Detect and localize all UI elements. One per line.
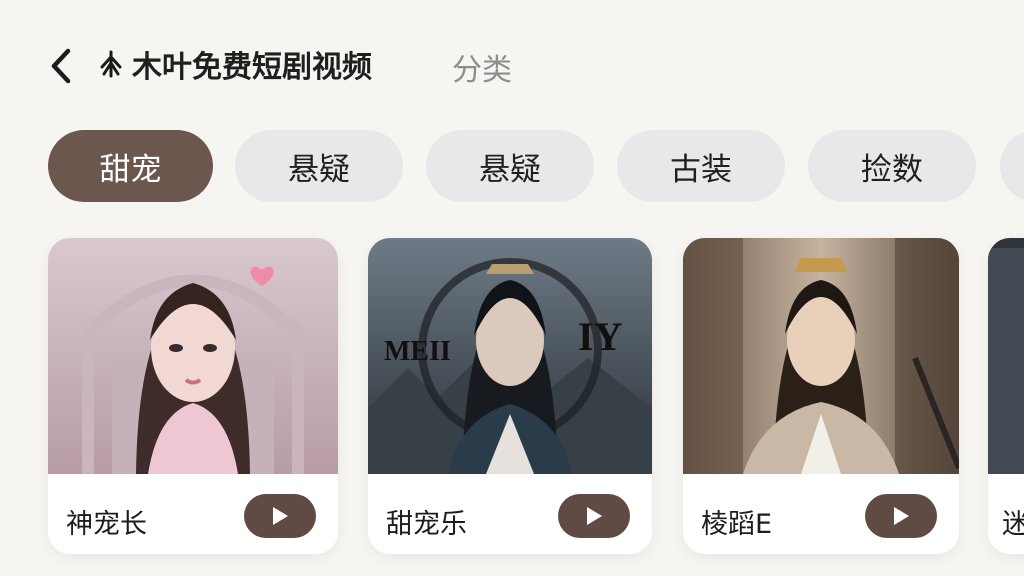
play-icon bbox=[587, 507, 602, 525]
poster-image bbox=[48, 238, 338, 474]
drama-title: 甜宠乐 bbox=[386, 509, 467, 540]
title-group: 木叶免费短剧视频 bbox=[96, 42, 372, 86]
drama-card-1[interactable]: 神宠长 bbox=[48, 238, 338, 554]
card-footer: 神宠长 bbox=[48, 474, 338, 554]
back-arrow-icon bbox=[51, 48, 71, 84]
card-footer: 甜宠乐 bbox=[368, 474, 652, 554]
chip-suspense[interactable]: 悬疑 bbox=[235, 130, 403, 202]
play-icon bbox=[894, 507, 909, 525]
play-icon bbox=[273, 507, 288, 525]
chip-partial[interactable] bbox=[1000, 130, 1024, 202]
drama-card-2[interactable]: MEII IY 甜宠乐 bbox=[368, 238, 652, 554]
play-button[interactable] bbox=[244, 494, 316, 538]
chip-more[interactable]: 捡数 bbox=[808, 130, 976, 202]
play-button[interactable] bbox=[865, 494, 937, 538]
drama-card-3[interactable]: 棱蹈E bbox=[683, 238, 959, 554]
play-button[interactable] bbox=[558, 494, 630, 538]
card-footer: 棱蹈E bbox=[683, 474, 959, 554]
chip-costume[interactable]: 古装 bbox=[617, 130, 785, 202]
drama-title: 迷 bbox=[1002, 509, 1024, 540]
poster-text-left: MEII bbox=[384, 336, 451, 367]
tree-logo-icon bbox=[96, 49, 126, 79]
page-title: 木叶免费短剧视频 bbox=[132, 50, 372, 85]
top-header: 木叶免费短剧视频 分类 bbox=[0, 0, 1024, 120]
genre-chip-row: 甜宠 悬疑 悬疑 古装 捡数 bbox=[0, 128, 1024, 204]
chip-sweet-romance[interactable]: 甜宠 bbox=[48, 130, 213, 202]
tab-category[interactable]: 分类 bbox=[452, 45, 512, 89]
drama-title: 神宠长 bbox=[66, 509, 147, 540]
poster-text-right: IY bbox=[578, 314, 623, 359]
poster-image bbox=[988, 238, 1024, 474]
poster-image bbox=[683, 238, 959, 474]
drama-title: 棱蹈E bbox=[701, 509, 773, 540]
card-footer: 迷 bbox=[988, 474, 1024, 554]
chip-suspense-2[interactable]: 悬疑 bbox=[426, 130, 594, 202]
poster-image: MEII IY bbox=[368, 238, 652, 474]
drama-card-row: 神宠长 MEII IY 甜宠乐 棱蹈E 迷 bbox=[0, 238, 1024, 556]
drama-card-4[interactable]: 迷 bbox=[988, 238, 1024, 554]
back-button[interactable] bbox=[44, 46, 78, 86]
